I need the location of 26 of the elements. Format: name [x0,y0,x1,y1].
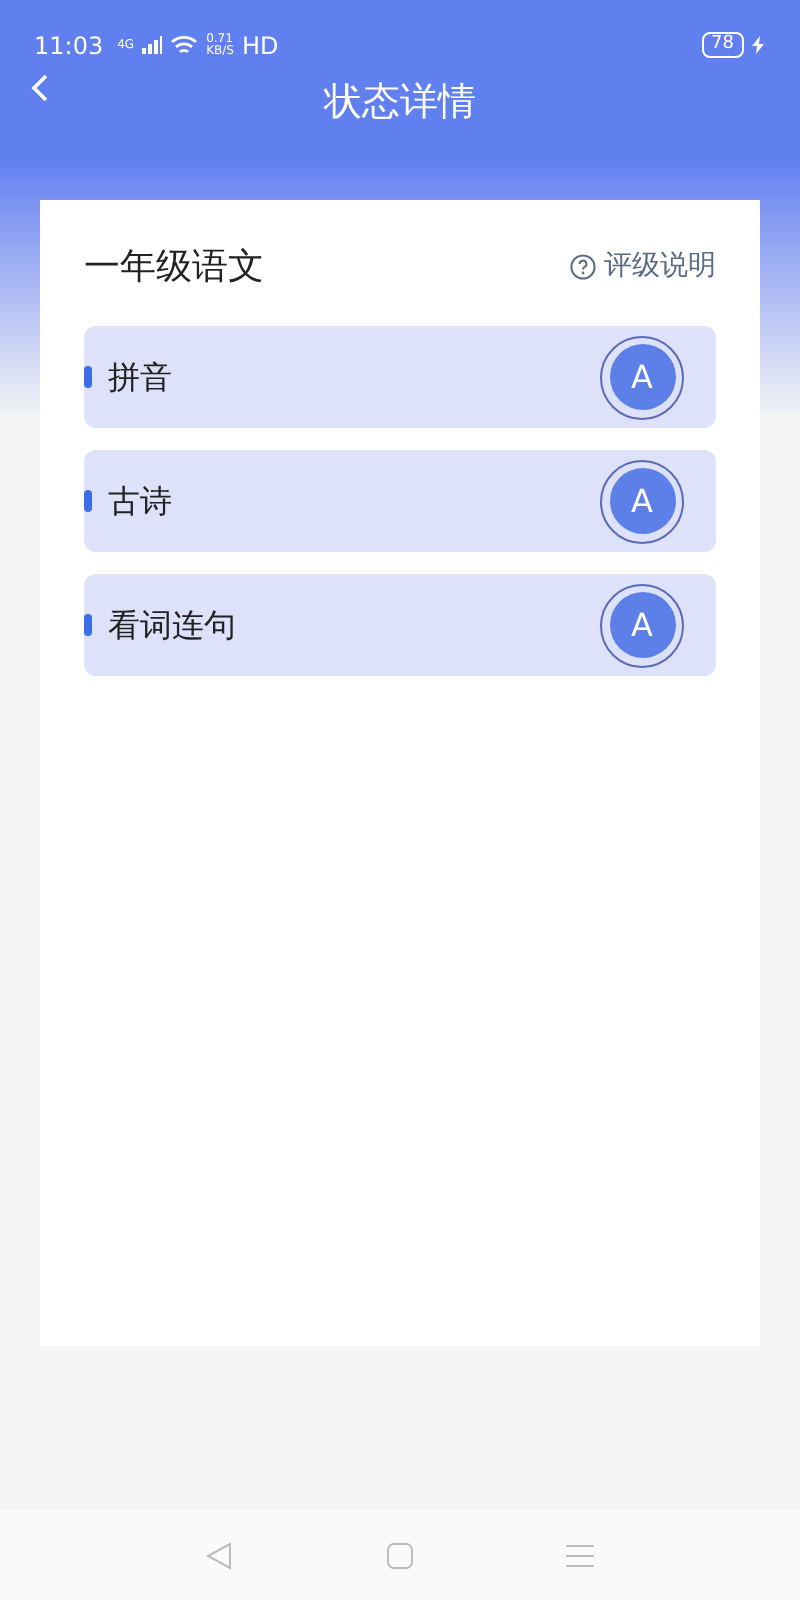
item-name: 拼音 [108,355,172,399]
marker-bar [84,614,92,636]
item-name: 看词连句 [108,603,236,647]
item-row[interactable]: 看词连句 A [84,574,716,676]
signal-icon [142,36,163,54]
page-title: 状态详情 [324,78,476,128]
item-row[interactable]: 古诗 A [84,450,716,552]
grade-badge: A [600,459,684,543]
back-nav-icon[interactable] [206,1541,234,1569]
menu-nav-icon[interactable] [566,1543,594,1567]
charging-icon [752,36,764,54]
marker-bar [84,366,92,388]
subject-title: 一年级语文 [84,244,264,292]
help-icon [570,254,596,280]
grade-badge: A [600,335,684,419]
wifi-icon [170,34,199,56]
battery-level: 78 [701,32,744,58]
grade-badge: A [600,583,684,667]
hd-label: HD [241,29,279,63]
item-row[interactable]: 拼音 A [84,326,716,428]
status-time: 11:03 [34,29,104,63]
home-nav-icon[interactable] [386,1541,414,1569]
grading-help-link[interactable]: 评级说明 [570,246,716,288]
item-name: 古诗 [108,479,172,523]
marker-bar [84,490,92,512]
back-icon [28,71,52,104]
